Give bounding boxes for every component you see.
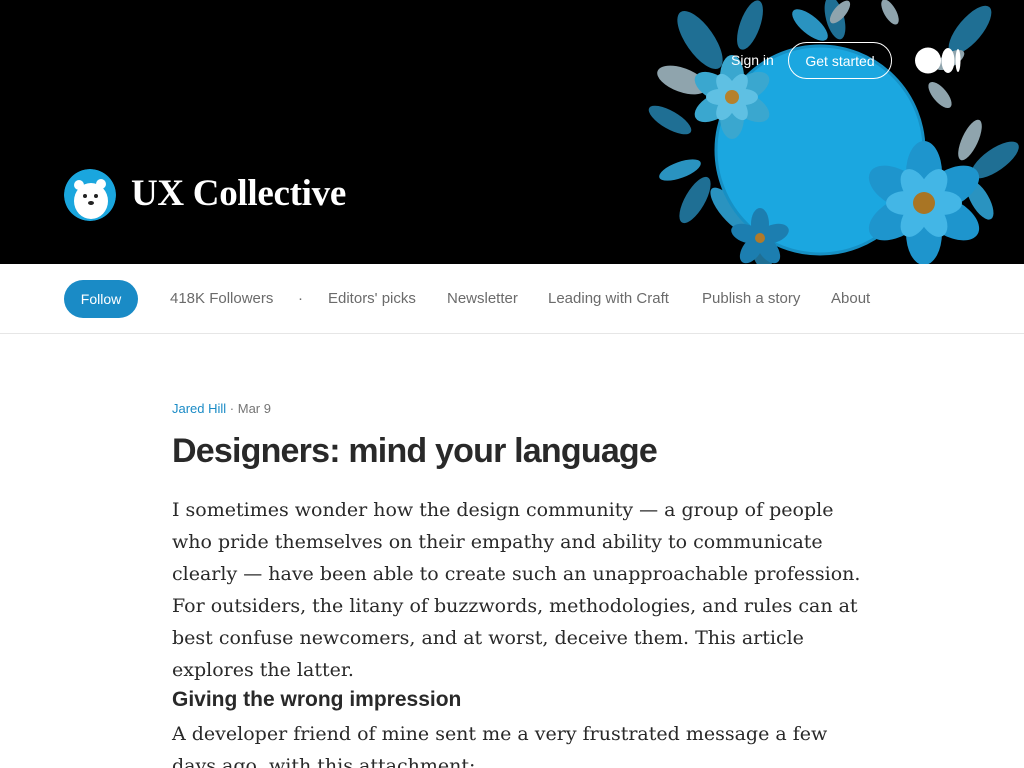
article-paragraph: I sometimes wonder how the design commun… (172, 499, 861, 681)
byline-separator: · (226, 401, 238, 416)
polar-bear-icon (64, 169, 116, 221)
follow-button[interactable]: Follow (64, 280, 138, 318)
get-started-button[interactable]: Get started (788, 42, 892, 79)
article-title: Designers: mind your language (172, 432, 658, 470)
nav-separator-dot: · (298, 290, 303, 307)
followers-count[interactable]: 418K Followers (170, 290, 273, 307)
paper-flowers-illustration (648, 0, 1019, 264)
nav-item-about[interactable]: About (831, 290, 870, 307)
sign-in-link[interactable]: Sign in (731, 52, 774, 68)
nav-item-editors-picks[interactable]: Editors' picks (328, 290, 416, 307)
publication-header-banner: UX Collective Sign in Get started (0, 0, 1024, 264)
nav-item-newsletter[interactable]: Newsletter (447, 290, 518, 307)
publication-title[interactable]: UX Collective (131, 172, 346, 215)
publication-nav-bar: Follow 418K Followers · Editors' picks N… (0, 264, 1024, 334)
article-subheading: Giving the wrong impression (172, 688, 462, 711)
publication-logo[interactable] (64, 169, 116, 221)
publish-date[interactable]: Mar 9 (238, 401, 271, 416)
article-byline: Jared Hill · Mar 9 (172, 401, 271, 416)
article-paragraph: A developer friend of mine sent me a ver… (172, 723, 828, 768)
author-name[interactable]: Jared Hill (172, 401, 226, 416)
nav-item-publish-a-story[interactable]: Publish a story (702, 290, 800, 307)
nav-item-leading-with-craft[interactable]: Leading with Craft (548, 290, 669, 307)
medium-logo-icon[interactable] (915, 47, 961, 74)
